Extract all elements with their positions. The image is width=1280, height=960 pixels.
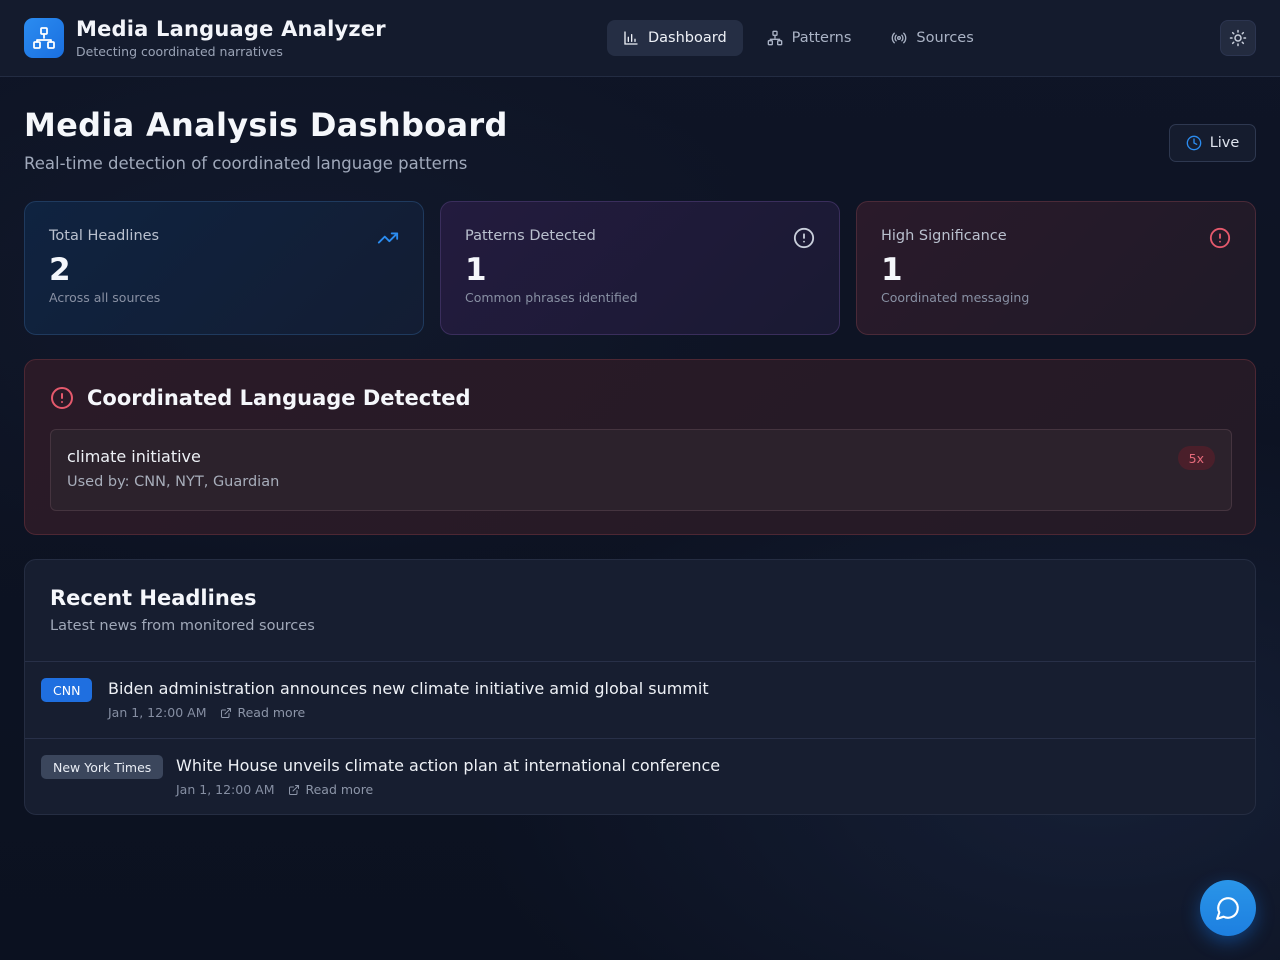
read-more-label: Read more — [237, 705, 306, 720]
headline-meta: Jan 1, 12:00 AM Read more — [108, 705, 305, 720]
stat-label: Total Headlines — [49, 228, 160, 244]
main-nav: Dashboard Patterns Sources — [607, 20, 990, 56]
stat-card-high-significance: High Significance 1 Coordinated messagin… — [856, 201, 1256, 335]
alert-circle-icon — [51, 387, 73, 409]
source-badge: CNN — [41, 678, 93, 702]
headline-meta: Jan 1, 12:00 AM Read more — [176, 782, 373, 797]
headline-row: New York Times White House unveils clima… — [25, 738, 1255, 814]
app-header: Media Language Analyzer Detecting coordi… — [0, 0, 1280, 77]
headline-time: Jan 1, 12:00 AM — [108, 705, 207, 720]
headlines-subtitle: Latest news from monitored sources — [50, 618, 315, 634]
alert-circle-icon — [1209, 227, 1231, 249]
nav-sources-label: Sources — [916, 30, 974, 46]
app-title: Media Language Analyzer — [76, 17, 386, 41]
source-badge: New York Times — [41, 755, 164, 779]
stat-value: 1 — [465, 252, 487, 288]
coordinated-header: Coordinated Language Detected — [50, 386, 471, 410]
page-subtitle: Real-time detection of coordinated langu… — [24, 154, 468, 173]
nav-sources[interactable]: Sources — [875, 20, 989, 56]
alert-circle-icon — [793, 227, 815, 249]
pattern-count-badge: 5x — [1177, 446, 1215, 470]
headlines-title: Recent Headlines — [50, 586, 257, 610]
coordinated-title: Coordinated Language Detected — [87, 386, 471, 410]
clock-icon — [1186, 135, 1202, 151]
read-more-link[interactable]: Read more — [220, 705, 305, 720]
nav-patterns-label: Patterns — [791, 30, 852, 46]
nav-patterns[interactable]: Patterns — [751, 20, 868, 56]
live-button[interactable]: Live — [1169, 124, 1256, 162]
trending-up-icon — [377, 232, 399, 244]
live-label: Live — [1209, 135, 1240, 151]
stat-card-total-headlines: Total Headlines 2 Across all sources — [24, 201, 424, 335]
stat-card-patterns-detected: Patterns Detected 1 Common phrases ident… — [440, 201, 840, 335]
read-more-link[interactable]: Read more — [288, 782, 373, 797]
nav-dashboard-label: Dashboard — [648, 30, 727, 46]
stat-value: 2 — [49, 252, 71, 288]
pattern-phrase: climate initiative — [67, 447, 201, 466]
recent-headlines-panel: Recent Headlines Latest news from monito… — [24, 559, 1256, 815]
stat-label: Patterns Detected — [465, 228, 596, 244]
theme-toggle-button[interactable] — [1220, 20, 1256, 56]
app-subtitle: Detecting coordinated narratives — [76, 44, 283, 59]
external-link-icon — [221, 707, 232, 718]
stat-note: Across all sources — [49, 290, 161, 305]
stat-value: 1 — [881, 252, 903, 288]
headline-row: CNN Biden administration announces new c… — [25, 661, 1255, 738]
message-circle-icon — [1216, 897, 1239, 920]
headline-text[interactable]: Biden administration announces new clima… — [108, 679, 709, 698]
page-title: Media Analysis Dashboard — [24, 106, 508, 144]
read-more-label: Read more — [305, 782, 374, 797]
pattern-sources: Used by: CNN, NYT, Guardian — [67, 474, 280, 490]
stat-note: Common phrases identified — [465, 290, 638, 305]
chat-button[interactable] — [1200, 880, 1256, 936]
nav-dashboard[interactable]: Dashboard — [607, 20, 743, 56]
stat-label: High Significance — [881, 228, 1007, 244]
network-icon[interactable] — [24, 18, 64, 58]
network-icon — [767, 30, 783, 46]
headline-time: Jan 1, 12:00 AM — [176, 782, 275, 797]
coordinated-language-panel: Coordinated Language Detected climate in… — [24, 359, 1256, 535]
external-link-icon — [289, 784, 300, 795]
stat-note: Coordinated messaging — [881, 290, 1030, 305]
pattern-card[interactable]: climate initiative Used by: CNN, NYT, Gu… — [50, 429, 1232, 511]
sun-icon — [1229, 29, 1247, 47]
headline-text[interactable]: White House unveils climate action plan … — [176, 756, 720, 775]
radio-icon — [892, 32, 907, 44]
bar-chart-icon — [624, 31, 638, 45]
